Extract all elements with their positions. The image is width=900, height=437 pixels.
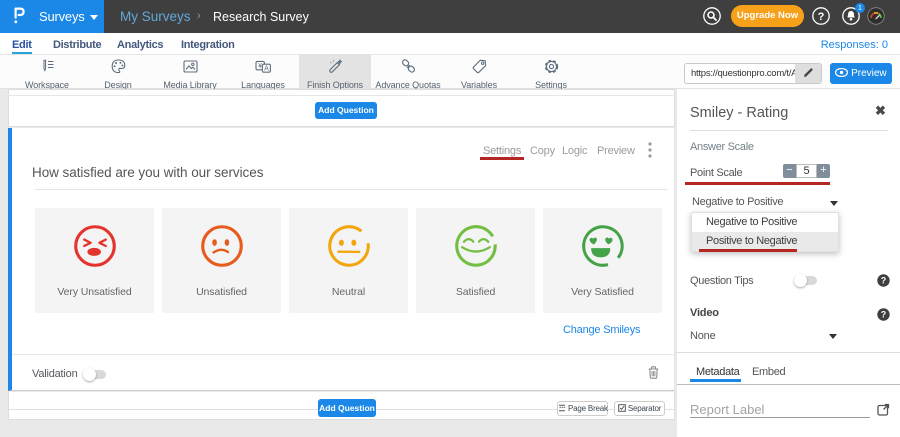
svg-text:¥: ¥ xyxy=(258,63,262,70)
svg-text:?: ? xyxy=(881,276,887,286)
svg-text:?: ? xyxy=(818,11,825,23)
svg-text:A: A xyxy=(264,66,269,73)
svg-text:?: ? xyxy=(881,310,887,320)
